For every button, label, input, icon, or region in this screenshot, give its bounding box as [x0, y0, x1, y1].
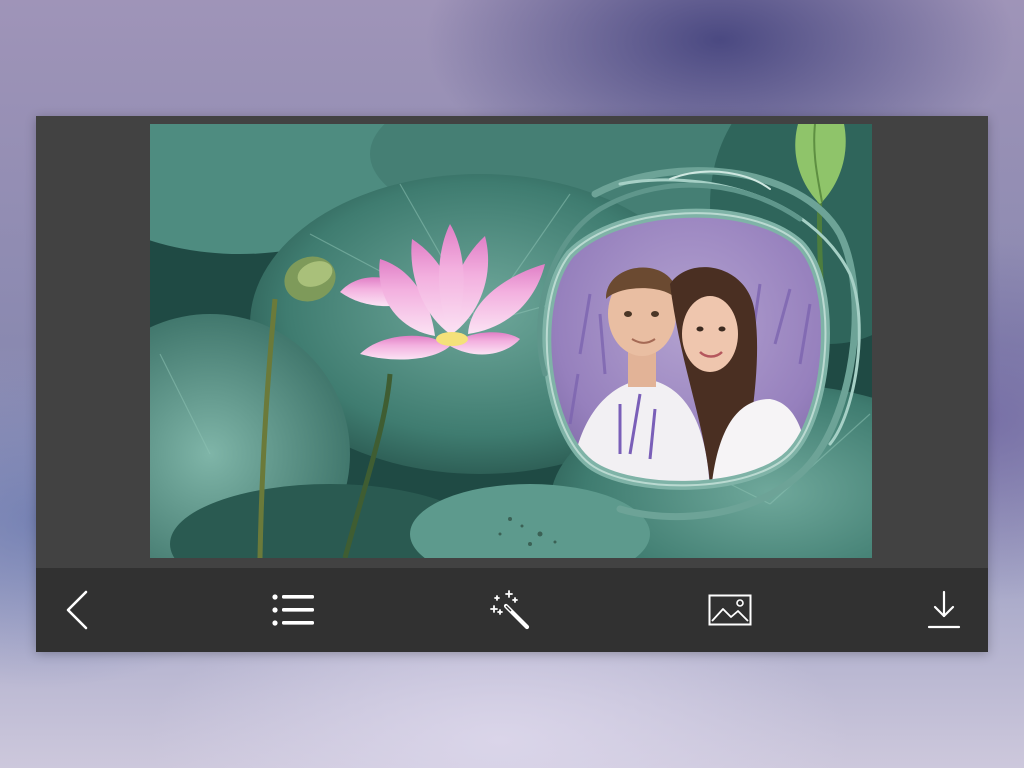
app-panel	[36, 116, 988, 652]
image-icon	[708, 594, 752, 626]
gallery-button[interactable]	[688, 568, 772, 652]
frame-preview[interactable]	[150, 124, 872, 558]
frames-list-button[interactable]	[252, 568, 336, 652]
bottom-toolbar	[36, 568, 988, 652]
back-button[interactable]	[36, 568, 120, 652]
download-icon	[927, 590, 961, 629]
chevron-left-icon	[66, 590, 88, 630]
list-icon	[272, 594, 314, 626]
magic-wand-icon	[490, 590, 530, 630]
lotus-frame-image	[150, 124, 872, 558]
effects-button[interactable]	[468, 568, 552, 652]
save-button[interactable]	[902, 568, 986, 652]
